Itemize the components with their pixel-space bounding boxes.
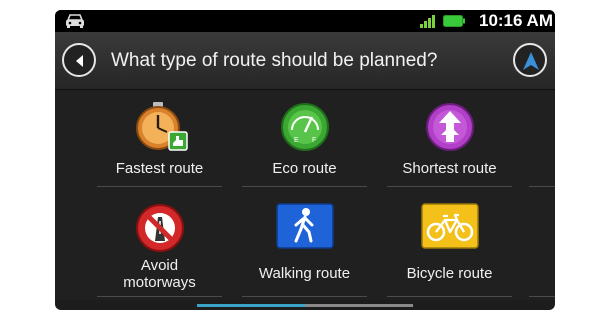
route-option-avoid-motorways[interactable]: Avoid motorways bbox=[87, 195, 232, 300]
route-option-shortest[interactable]: Shortest route bbox=[377, 90, 522, 195]
route-option-label: Shortest route bbox=[402, 160, 497, 177]
phone-screen: 10:16 AM What type of route should be pl… bbox=[55, 10, 555, 310]
header: What type of route should be planned? bbox=[55, 32, 555, 90]
shortest-route-icon bbox=[425, 102, 475, 152]
route-option-label: Bicycle route bbox=[406, 265, 493, 282]
svg-text:F: F bbox=[312, 137, 316, 144]
route-option-label: Eco route bbox=[272, 160, 337, 177]
divider bbox=[242, 296, 367, 297]
car-icon bbox=[66, 14, 84, 28]
status-time: 10:16 AM bbox=[478, 11, 553, 30]
route-option-label-line: Avoid bbox=[140, 257, 179, 274]
no-motorway-icon bbox=[135, 203, 185, 253]
svg-text:E: E bbox=[294, 137, 299, 144]
divider bbox=[529, 186, 555, 187]
divider bbox=[387, 296, 512, 297]
route-option-bicycle[interactable]: Bicycle route bbox=[377, 195, 522, 300]
divider bbox=[97, 296, 222, 297]
battery-icon bbox=[443, 15, 465, 27]
scroll-thumb[interactable] bbox=[197, 304, 305, 307]
back-arrow-icon bbox=[76, 55, 83, 67]
stopwatch-icon bbox=[135, 102, 188, 152]
divider bbox=[529, 296, 555, 297]
divider bbox=[97, 186, 222, 187]
signal-icon bbox=[420, 15, 435, 28]
status-bar: 10:16 AM bbox=[55, 10, 555, 32]
pedestrian-icon bbox=[275, 203, 334, 253]
route-option-label: Avoid motorways bbox=[87, 257, 232, 291]
route-option-label: Fastest route bbox=[115, 160, 204, 177]
divider bbox=[387, 186, 512, 187]
route-option-label: Walking route bbox=[258, 265, 351, 282]
eco-gauge-icon: E F bbox=[280, 102, 330, 152]
scroll-indicator[interactable] bbox=[197, 304, 413, 307]
route-option-fastest[interactable]: Fastest route bbox=[87, 90, 232, 195]
back-button[interactable] bbox=[62, 43, 96, 77]
divider bbox=[242, 186, 367, 187]
route-options-grid: Fastest route E F Eco route Shortest rou… bbox=[55, 90, 555, 300]
navigation-arrow-icon bbox=[523, 52, 539, 70]
route-option-walking[interactable]: Walking route bbox=[232, 195, 377, 300]
page-title: What type of route should be planned? bbox=[111, 50, 438, 71]
route-option-eco[interactable]: E F Eco route bbox=[232, 90, 377, 195]
navigation-button[interactable] bbox=[513, 43, 547, 77]
bicycle-icon bbox=[420, 203, 479, 253]
route-option-label-line: motorways bbox=[123, 274, 196, 291]
